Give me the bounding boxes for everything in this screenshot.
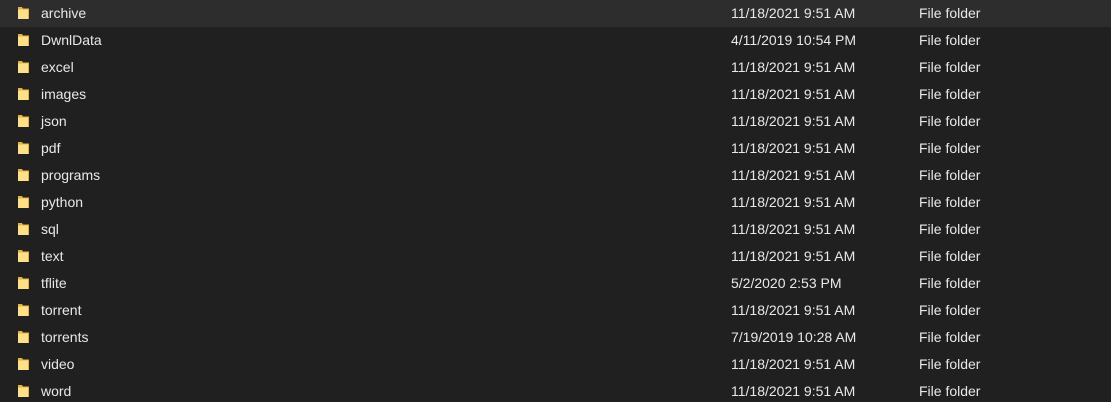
file-name: excel xyxy=(41,59,74,75)
file-row[interactable]: archive 11/18/2021 9:51 AM File folder xyxy=(0,0,1111,27)
file-type: File folder xyxy=(919,383,981,399)
file-type: File folder xyxy=(919,275,981,291)
file-row[interactable]: text 11/18/2021 9:51 AM File folder xyxy=(0,243,1111,270)
file-type: File folder xyxy=(919,221,981,237)
folder-icon xyxy=(17,297,33,324)
file-type: File folder xyxy=(919,5,981,21)
file-row[interactable]: sql 11/18/2021 9:51 AM File folder xyxy=(0,216,1111,243)
folder-icon xyxy=(17,243,33,270)
file-name: python xyxy=(41,194,84,210)
folder-icon xyxy=(17,216,33,243)
file-type: File folder xyxy=(919,59,981,75)
file-name: archive xyxy=(41,5,87,21)
file-date-modified: 11/18/2021 9:51 AM xyxy=(731,86,856,102)
file-row[interactable]: images 11/18/2021 9:51 AM File folder xyxy=(0,81,1111,108)
file-date-modified: 11/18/2021 9:51 AM xyxy=(731,356,856,372)
file-date-modified: 11/18/2021 9:51 AM xyxy=(731,248,856,264)
file-row[interactable]: excel 11/18/2021 9:51 AM File folder xyxy=(0,54,1111,81)
file-type: File folder xyxy=(919,329,981,345)
file-type: File folder xyxy=(919,113,981,129)
file-name: sql xyxy=(41,221,59,237)
file-row[interactable]: video 11/18/2021 9:51 AM File folder xyxy=(0,351,1111,378)
folder-icon xyxy=(17,108,33,135)
file-row[interactable]: torrents 7/19/2019 10:28 AM File folder xyxy=(0,324,1111,351)
file-name: programs xyxy=(41,167,101,183)
file-name: tflite xyxy=(41,275,67,291)
file-row[interactable]: pdf 11/18/2021 9:51 AM File folder xyxy=(0,135,1111,162)
file-type: File folder xyxy=(919,302,981,318)
file-row[interactable]: programs 11/18/2021 9:51 AM File folder xyxy=(0,162,1111,189)
file-name: text xyxy=(41,248,64,264)
folder-icon xyxy=(17,27,33,54)
file-date-modified: 11/18/2021 9:51 AM xyxy=(731,194,856,210)
folder-icon xyxy=(17,189,33,216)
file-list: archive 11/18/2021 9:51 AM File folder D… xyxy=(0,0,1111,402)
folder-icon xyxy=(17,351,33,378)
file-type: File folder xyxy=(919,194,981,210)
folder-icon xyxy=(17,54,33,81)
file-date-modified: 5/2/2020 2:53 PM xyxy=(731,275,842,291)
file-date-modified: 11/18/2021 9:51 AM xyxy=(731,167,856,183)
file-name: json xyxy=(41,113,67,129)
file-date-modified: 7/19/2019 10:28 AM xyxy=(731,329,857,345)
file-type: File folder xyxy=(919,356,981,372)
folder-icon xyxy=(17,0,33,27)
file-name: video xyxy=(41,356,75,372)
file-date-modified: 11/18/2021 9:51 AM xyxy=(731,302,856,318)
folder-icon xyxy=(17,270,33,297)
file-date-modified: 11/18/2021 9:51 AM xyxy=(731,59,856,75)
folder-icon xyxy=(17,162,33,189)
folder-icon xyxy=(17,135,33,162)
file-type: File folder xyxy=(919,140,981,156)
file-row[interactable]: torrent 11/18/2021 9:51 AM File folder xyxy=(0,297,1111,324)
file-name: images xyxy=(41,86,87,102)
file-row[interactable]: json 11/18/2021 9:51 AM File folder xyxy=(0,108,1111,135)
file-row[interactable]: python 11/18/2021 9:51 AM File folder xyxy=(0,189,1111,216)
file-name: pdf xyxy=(41,140,61,156)
file-row[interactable]: tflite 5/2/2020 2:53 PM File folder xyxy=(0,270,1111,297)
file-date-modified: 11/18/2021 9:51 AM xyxy=(731,113,856,129)
file-date-modified: 11/18/2021 9:51 AM xyxy=(731,221,856,237)
folder-icon xyxy=(17,81,33,108)
file-name: torrents xyxy=(41,329,89,345)
file-row[interactable]: word 11/18/2021 9:51 AM File folder xyxy=(0,378,1111,402)
file-type: File folder xyxy=(919,32,981,48)
file-type: File folder xyxy=(919,86,981,102)
file-name: word xyxy=(41,383,72,399)
file-name: torrent xyxy=(41,302,82,318)
folder-icon xyxy=(17,324,33,351)
file-type: File folder xyxy=(919,248,981,264)
file-date-modified: 4/11/2019 10:54 PM xyxy=(731,32,857,48)
file-date-modified: 11/18/2021 9:51 AM xyxy=(731,140,856,156)
file-row[interactable]: DwnlData 4/11/2019 10:54 PM File folder xyxy=(0,27,1111,54)
file-date-modified: 11/18/2021 9:51 AM xyxy=(731,5,856,21)
file-name: DwnlData xyxy=(41,32,102,48)
file-date-modified: 11/18/2021 9:51 AM xyxy=(731,383,856,399)
folder-icon xyxy=(17,378,33,402)
file-type: File folder xyxy=(919,167,981,183)
